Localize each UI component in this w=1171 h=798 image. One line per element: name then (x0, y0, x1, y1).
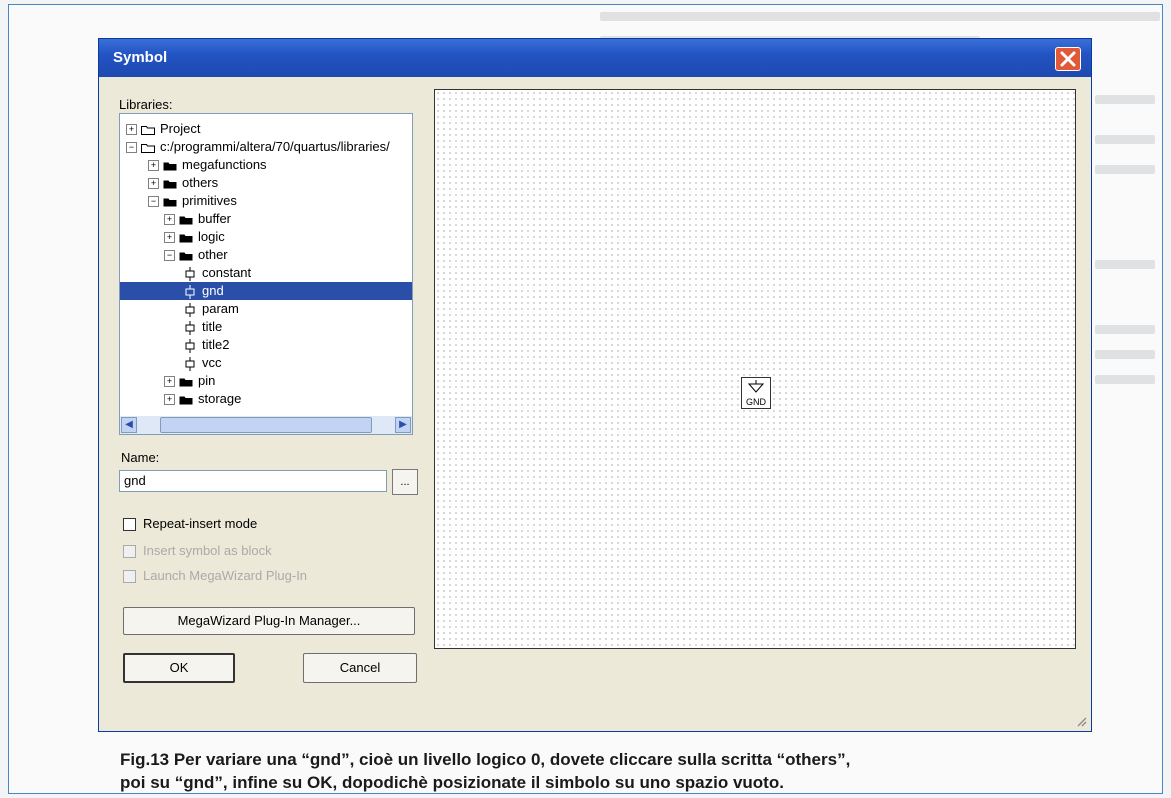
scroll-left-button[interactable]: ◀ (121, 417, 137, 433)
tree-item-title[interactable]: title (184, 318, 222, 336)
symbol-icon (185, 338, 195, 353)
repeat-insert-label: Repeat-insert mode (143, 516, 258, 531)
symbol-icon (185, 320, 195, 335)
libraries-label: Libraries: (119, 97, 173, 112)
tree-item-storage[interactable]: + storage (164, 390, 241, 408)
collapse-icon[interactable]: − (148, 196, 159, 208)
expand-icon[interactable]: + (164, 394, 175, 406)
tree-item-label: pin (198, 373, 216, 388)
name-label: Name: (121, 450, 160, 465)
gnd-preview-symbol: GND (741, 377, 771, 409)
tree-item-megafunctions[interactable]: + megafunctions (148, 156, 267, 174)
tree-item-label: megafunctions (182, 157, 267, 172)
tree-item-constant[interactable]: constant (184, 264, 251, 282)
browse-button[interactable]: ... (392, 469, 418, 495)
launch-wizard-label: Launch MegaWizard Plug-In (143, 568, 308, 583)
folder-icon (141, 125, 155, 135)
gnd-preview-label: GND (746, 397, 766, 407)
repeat-insert-checkbox[interactable] (123, 518, 136, 531)
launch-wizard-checkbox[interactable] (123, 570, 136, 583)
ground-icon (747, 380, 765, 393)
caption-line-1: Fig.13 Per variare una “gnd”, cioè un li… (120, 750, 851, 769)
open-folder-icon (163, 198, 177, 207)
cancel-button[interactable]: Cancel (303, 653, 417, 683)
expand-icon[interactable]: + (164, 214, 175, 226)
tree-item-other[interactable]: − other (164, 246, 228, 264)
resize-grip-icon[interactable] (1075, 715, 1087, 727)
megawizard-button[interactable]: MegaWizard Plug-In Manager... (123, 607, 415, 635)
dialog-title: Symbol (113, 49, 168, 66)
open-folder-icon (179, 252, 193, 261)
tree-item-vcc[interactable]: vcc (184, 354, 222, 372)
tree-item-label: constant (202, 265, 252, 280)
tree-item-pin[interactable]: + pin (164, 372, 215, 390)
tree-item-label: c:/programmi/altera/70/quartus/libraries… (160, 139, 390, 154)
insert-block-checkbox[interactable] (123, 545, 136, 558)
tree-item-label: other (198, 247, 228, 262)
symbol-preview-canvas: GND (434, 89, 1076, 649)
tree-item-library-path[interactable]: − c:/programmi/altera/70/quartus/librarie… (126, 138, 390, 156)
dialog-titlebar: Symbol (99, 39, 1091, 77)
tree-item-label: buffer (198, 211, 232, 226)
tree-item-buffer[interactable]: + buffer (164, 210, 231, 228)
figure-caption: Fig.13 Per variare una “gnd”, cioè un li… (120, 748, 1140, 794)
tree-item-title2[interactable]: title2 (184, 336, 229, 354)
scroll-thumb[interactable] (160, 417, 372, 433)
expand-icon[interactable]: + (148, 178, 159, 190)
expand-icon[interactable]: + (164, 376, 175, 388)
folder-icon (163, 162, 177, 171)
tree-item-label: primitives (182, 193, 237, 208)
tree-item-label: storage (198, 391, 242, 406)
tree-item-label: others (182, 175, 219, 190)
close-icon (1060, 51, 1076, 67)
collapse-icon[interactable]: − (126, 142, 137, 154)
symbol-icon (185, 356, 195, 371)
ok-button[interactable]: OK (123, 653, 235, 683)
symbol-dialog: Symbol Libraries: + Project − c:/programmi… (98, 38, 1092, 732)
tree-item-primitives[interactable]: − primitives (148, 192, 237, 210)
folder-icon (179, 396, 193, 405)
tree-item-label: param (202, 301, 239, 316)
tree-horizontal-scrollbar[interactable]: ◀ ▶ (120, 416, 412, 434)
open-folder-icon (141, 143, 155, 153)
symbol-icon (185, 302, 195, 317)
tree-item-project[interactable]: + Project (126, 120, 200, 138)
close-button[interactable] (1055, 47, 1081, 71)
tree-item-label: gnd (202, 283, 224, 298)
folder-icon (179, 216, 193, 225)
tree-item-label: logic (198, 229, 225, 244)
tree-item-label: Project (160, 121, 201, 136)
expand-icon[interactable]: + (148, 160, 159, 172)
insert-block-label: Insert symbol as block (143, 543, 272, 558)
symbol-icon (185, 284, 195, 299)
expand-icon[interactable]: + (164, 232, 175, 244)
libraries-tree[interactable]: + Project − c:/programmi/altera/70/quartus… (119, 113, 413, 435)
tree-item-label: title (202, 319, 223, 334)
tree-item-gnd[interactable]: gnd (120, 282, 412, 300)
tree-item-label: title2 (202, 337, 230, 352)
expand-icon[interactable]: + (126, 124, 137, 136)
tree-item-others[interactable]: + others (148, 174, 218, 192)
scroll-right-button[interactable]: ▶ (395, 417, 411, 433)
tree-item-label: vcc (202, 355, 222, 370)
caption-line-2: poi su “gnd”, infine su OK, dopodichè po… (120, 773, 784, 792)
folder-icon (163, 180, 177, 189)
tree-item-logic[interactable]: + logic (164, 228, 225, 246)
symbol-icon (185, 266, 195, 281)
name-input[interactable]: gnd (119, 470, 387, 492)
collapse-icon[interactable]: − (164, 250, 175, 262)
tree-item-param[interactable]: param (184, 300, 239, 318)
folder-icon (179, 378, 193, 387)
folder-icon (179, 234, 193, 243)
